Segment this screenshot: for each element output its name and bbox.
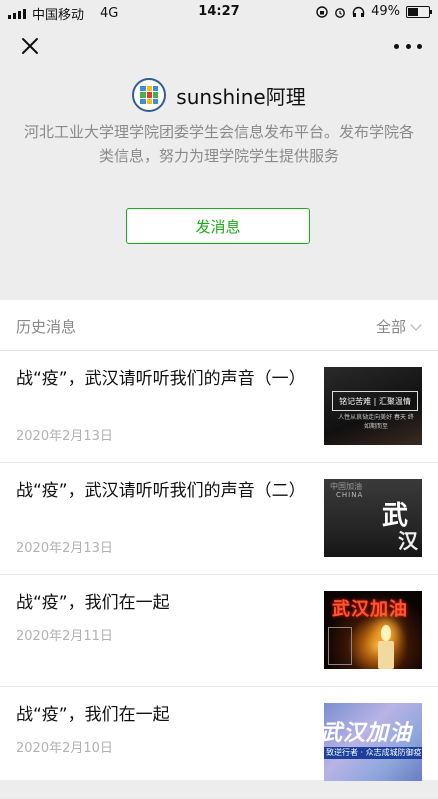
account-header: sunshine阿理 bbox=[0, 78, 438, 112]
list-item[interactable]: 战“疫”，武汉请听听我们的声音（二） 2020年2月13日 中国加油 CHINA… bbox=[0, 463, 438, 575]
list-item[interactable]: 战“疫”，我们在一起 2020年2月11日 武汉加油 bbox=[0, 575, 438, 687]
candle-icon bbox=[378, 641, 394, 669]
article-date: 2020年2月13日 bbox=[16, 429, 113, 444]
account-name: sunshine阿理 bbox=[176, 84, 306, 109]
account-profile: sunshine阿理 河北工业大学理学院团委学生会信息发布平台。发布学院各类信息… bbox=[0, 68, 438, 290]
article-date: 2020年2月11日 bbox=[16, 629, 113, 644]
filter-label: 全部 bbox=[375, 318, 406, 336]
thumbnail-text: 汉 bbox=[398, 529, 418, 553]
avatar[interactable] bbox=[132, 78, 167, 112]
article-title: 战“疫”，武汉请听听我们的声音（一） bbox=[16, 369, 306, 389]
article-thumbnail: 武汉加油 bbox=[324, 591, 422, 669]
article-title: 战“疫”，武汉请听听我们的声音（二） bbox=[16, 481, 306, 501]
account-description: 河北工业大学理学院团委学生会信息发布平台。发布学院各类信息，努力为理学院学生提供… bbox=[24, 123, 415, 165]
list-item[interactable]: 战“疫”，我们在一起 2020年2月10日 武汉加油 致逆行者 · 众志成城防御… bbox=[0, 687, 438, 799]
thumbnail-caption: 铭记苦难 | 汇聚温情 bbox=[332, 391, 418, 411]
send-message-button[interactable]: 发消息 bbox=[126, 208, 310, 244]
headphones-icon bbox=[352, 6, 365, 17]
history-label: 历史消息 bbox=[16, 318, 77, 336]
article-thumbnail: 中国加油 CHINA 武 汉 bbox=[324, 479, 422, 557]
thumbnail-decoration bbox=[328, 627, 352, 665]
nav-bar bbox=[0, 24, 438, 68]
article-thumbnail: 武汉加油 致逆行者 · 众志成城防御疫情 bbox=[324, 703, 422, 781]
status-bar: 中国移动 4G 14:27 49% bbox=[0, 0, 438, 24]
thumbnail-caption: 武汉加油 bbox=[332, 599, 408, 620]
status-right: 49% bbox=[316, 4, 432, 19]
close-icon[interactable] bbox=[18, 34, 42, 58]
more-icon[interactable] bbox=[394, 36, 422, 56]
article-thumbnail: 铭记苦难 | 汇聚温情 人性从哀恸走向美好 春天 终如期而至 bbox=[324, 367, 422, 445]
lock-rotation-icon bbox=[316, 5, 328, 18]
history-header: 历史消息 全部 bbox=[0, 300, 438, 351]
history-section: 历史消息 全部 战“疫”，武汉请听听我们的声音（一） 2020年2月13日 铭记… bbox=[0, 300, 438, 799]
list-item[interactable]: 战“疫”，武汉请听听我们的声音（一） 2020年2月13日 铭记苦难 | 汇聚温… bbox=[0, 351, 438, 463]
chevron-down-icon bbox=[410, 318, 422, 331]
thumbnail-subcaption: 致逆行者 · 众志成城防御疫情 bbox=[324, 747, 422, 759]
thumbnail-caption: 武汉加油 bbox=[324, 721, 413, 746]
article-title: 战“疫”，我们在一起 bbox=[16, 593, 170, 613]
article-date: 2020年2月10日 bbox=[16, 741, 113, 756]
thumbnail-subcaption: CHINA bbox=[336, 491, 364, 499]
filter-dropdown[interactable]: 全部 bbox=[375, 316, 422, 337]
battery-percent: 49% bbox=[371, 4, 400, 19]
battery-icon bbox=[406, 5, 432, 18]
alarm-icon bbox=[335, 7, 345, 18]
thumbnail-subcaption: 人性从哀恸走向美好 春天 终如期而至 bbox=[338, 414, 414, 430]
candle-flame-icon bbox=[381, 625, 391, 641]
article-date: 2020年2月13日 bbox=[16, 541, 113, 556]
article-title: 战“疫”，我们在一起 bbox=[16, 705, 170, 725]
